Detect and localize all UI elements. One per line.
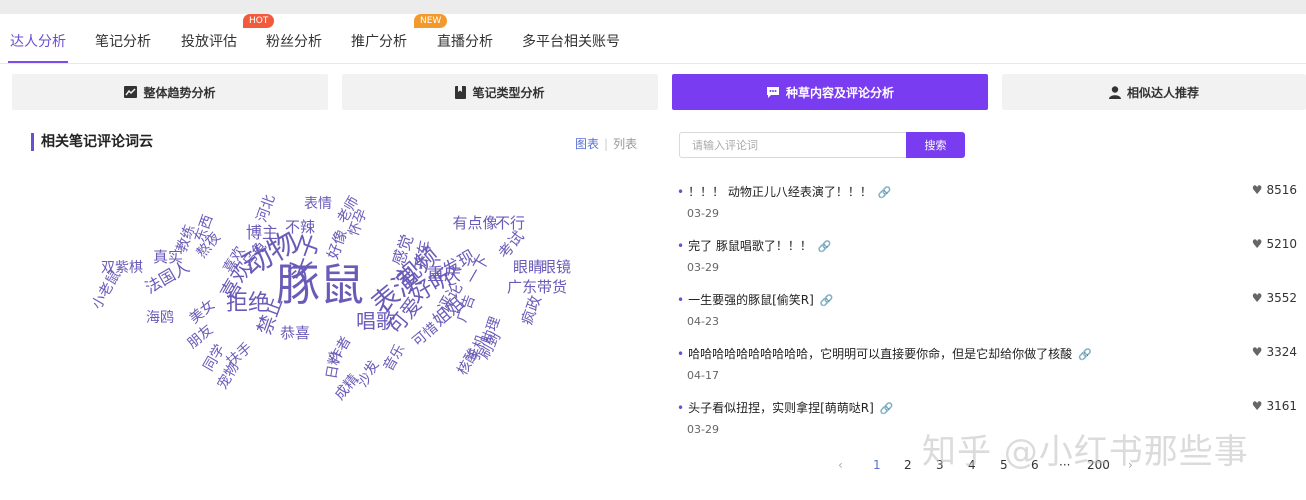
page-2[interactable]: 2 (904, 458, 912, 472)
comment-text: 哈哈哈哈哈哈哈哈哈哈，它明明可以直接要你命，但是它却给你做了核酸 (688, 347, 1073, 361)
wordcloud-word: 双紫棋 (101, 260, 143, 276)
subtab-similar-talent[interactable]: 相似达人推荐 (1002, 74, 1306, 110)
wordcloud-word: 河北 (254, 193, 279, 225)
tab-multi-platform[interactable]: 多平台相关账号 (522, 31, 620, 51)
wordcloud-word: 不辣 (285, 218, 315, 236)
subtab-overall-trend[interactable]: 整体趋势分析 (12, 74, 328, 110)
subtab-content-comments[interactable]: 种草内容及评论分析 (672, 74, 988, 110)
wordcloud-word: 带货 (537, 278, 567, 296)
wordcloud-word: 广东 (507, 278, 537, 296)
subtab-label: 种草内容及评论分析 (785, 85, 894, 100)
link-icon[interactable]: 🔗 (1078, 348, 1092, 361)
comment-icon (766, 86, 779, 98)
tab-promotion-analysis[interactable]: 推广分析 (351, 31, 407, 51)
wordcloud-word: 博主 (246, 223, 278, 242)
heart-icon: ♥ (1251, 237, 1263, 251)
tab-fans-analysis[interactable]: 粉丝分析 (266, 31, 322, 51)
comment-text: ！！！ 动物正儿八经表演了！！！ (688, 185, 872, 199)
comment-text: 头子看似扭捏，实则拿捏[萌萌哒R] (688, 401, 874, 415)
comment-date: 03-29 (687, 423, 719, 436)
subtab-note-type[interactable]: 笔记类型分析 (342, 74, 658, 110)
subtab-label: 笔记类型分析 (472, 85, 545, 100)
wordcloud-word: 表情 (304, 196, 332, 212)
wordcloud-title: 相关笔记评论词云 (31, 133, 153, 151)
comment-likes: 8516 (1266, 183, 1297, 197)
comment-likes: 3161 (1266, 399, 1297, 413)
comment-text: 完了 豚鼠唱歌了！！！ (688, 239, 812, 253)
list-view-toggle[interactable]: 列表 (613, 137, 637, 151)
comment-likes: 5210 (1266, 237, 1297, 251)
heart-icon: ♥ (1251, 399, 1263, 413)
search-button[interactable]: 搜索 (906, 132, 965, 158)
main-tabs: 达人分析 笔记分析 投放评估 粉丝分析 HOT 推广分析 直播分析 NEW 多平… (0, 14, 1306, 64)
heart-icon: ♥ (1251, 291, 1263, 305)
chart-view-toggle[interactable]: 图表 (575, 137, 599, 151)
comment-likes: 3324 (1266, 345, 1297, 359)
comment-date: 04-17 (687, 369, 719, 382)
hot-badge: HOT (243, 14, 275, 28)
link-icon[interactable]: 🔗 (818, 240, 832, 253)
wordcloud-word: 音乐 (380, 341, 409, 374)
bookmark-icon (455, 85, 467, 99)
link-icon[interactable]: 🔗 (878, 186, 892, 199)
comment-date: 03-29 (687, 261, 719, 274)
subtab-label: 整体趋势分析 (143, 85, 216, 100)
wordcloud-word: 有点像 (452, 214, 497, 232)
watermark: 知乎 @小红书那些事 (922, 432, 1249, 472)
comment-likes: 3552 (1266, 291, 1297, 305)
active-tab-indicator (8, 61, 68, 63)
link-icon[interactable]: 🔗 (820, 294, 834, 307)
tab-note-analysis[interactable]: 笔记分析 (95, 31, 151, 51)
subtab-label: 相似达人推荐 (1126, 85, 1199, 100)
wordcloud-word: 美女 (186, 296, 218, 327)
link-icon[interactable]: 🔗 (880, 402, 894, 415)
tab-talent-analysis[interactable]: 达人分析 (10, 31, 66, 51)
wordcloud-word: 考试 (495, 228, 528, 263)
wordcloud-word: 日料 (324, 350, 345, 380)
wordcloud-word: 眼睛 (513, 258, 543, 276)
top-strip (0, 0, 1306, 14)
tab-live-analysis[interactable]: 直播分析 (437, 31, 493, 51)
new-badge: NEW (414, 14, 448, 28)
comment-date: 03-29 (687, 207, 719, 220)
comment-search-input[interactable] (679, 132, 907, 158)
heart-icon: ♥ (1251, 183, 1263, 197)
page-1[interactable]: 1 (873, 458, 881, 472)
heart-icon: ♥ (1251, 345, 1263, 359)
wordcloud-word: 海鸥 (146, 309, 174, 326)
word-cloud: 豚鼠动物表演头子 视频好听拒绝唱歌喜欢可爱禁止重庆发现姐姐博主 感觉评论法国人真实不… (90, 193, 571, 404)
prev-page-icon[interactable]: ‹ (838, 458, 843, 472)
tab-placement-eval[interactable]: 投放评估 (181, 31, 237, 51)
comment-date: 04-23 (687, 315, 719, 328)
view-switch: 图表 | 列表 (575, 137, 638, 151)
wordcloud-word: 恭喜 (280, 324, 310, 342)
comment-text: 一生要强的豚鼠[偷笑R] (688, 293, 814, 307)
wordcloud-word: 不行 (495, 214, 525, 232)
chart-icon (124, 86, 138, 98)
user-icon (1108, 85, 1121, 99)
wordcloud-word: 眼镜 (541, 258, 571, 276)
wordcloud-word: 疯政 (518, 293, 545, 327)
